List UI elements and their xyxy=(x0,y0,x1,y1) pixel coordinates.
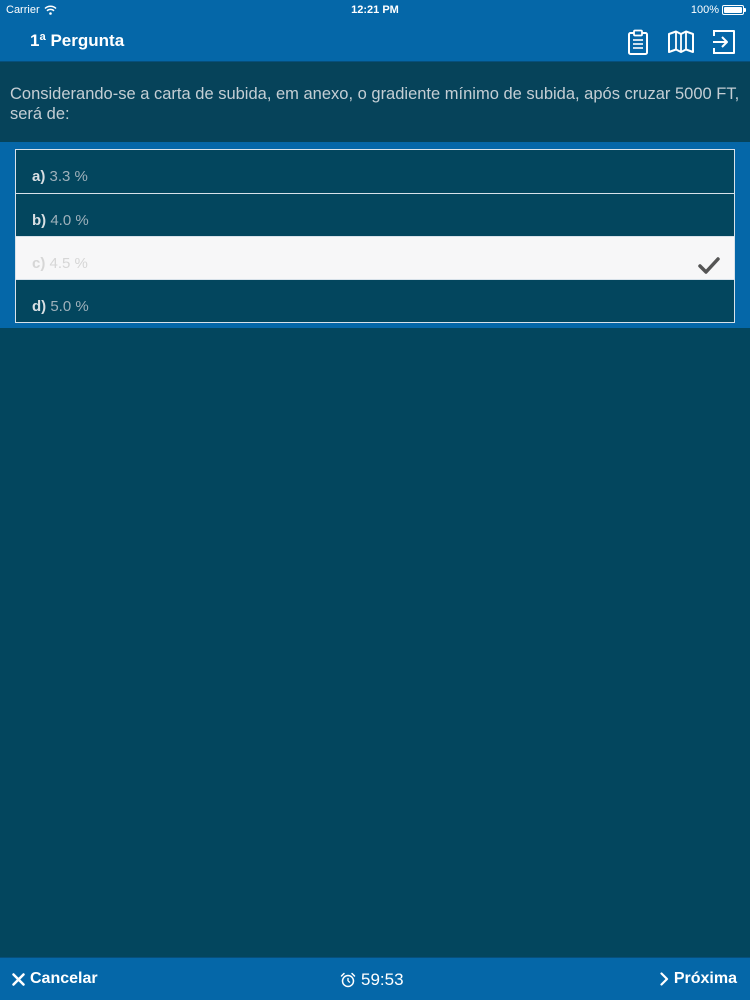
answer-option-d[interactable]: d) 5.0 % xyxy=(16,279,734,322)
next-button[interactable]: Próxima xyxy=(660,970,737,988)
answer-value: 4.0 % xyxy=(50,212,89,229)
battery-icon xyxy=(722,5,746,15)
answer-option-b[interactable]: b) 4.0 % xyxy=(16,193,734,236)
question-text: Considerando-se a carta de subida, em an… xyxy=(0,62,750,142)
cancel-button[interactable]: Cancelar xyxy=(12,970,98,988)
status-battery: 100% xyxy=(690,4,746,16)
clipboard-icon[interactable] xyxy=(624,28,652,56)
answer-letter: a) xyxy=(32,168,46,185)
cancel-label: Cancelar xyxy=(30,970,98,987)
exit-icon[interactable] xyxy=(710,28,738,56)
status-bar: Carrier 12:21 PM 100% xyxy=(0,0,750,20)
timer-value: 59:53 xyxy=(361,970,404,989)
nav-actions xyxy=(624,28,738,56)
checkmark-icon xyxy=(698,257,720,274)
answers-panel: a) 3.3 % b) 4.0 % c) 4.5 % d) 5.0 % xyxy=(0,142,750,328)
answer-value: 4.5 % xyxy=(49,255,88,272)
timer: 59:53 xyxy=(340,970,404,990)
answer-value: 5.0 % xyxy=(50,298,89,315)
status-time: 12:21 PM xyxy=(351,4,399,16)
next-label: Próxima xyxy=(673,970,737,987)
answer-letter: c) xyxy=(32,255,46,272)
answer-option-c[interactable]: c) 4.5 % xyxy=(16,236,734,279)
bottom-bar: Cancelar 59:53 Próxima xyxy=(0,957,750,1000)
answer-value: 3.3 % xyxy=(49,168,88,185)
answer-letter: d) xyxy=(32,298,47,315)
answer-list: a) 3.3 % b) 4.0 % c) 4.5 % d) 5.0 % xyxy=(15,149,735,323)
alarm-clock-icon xyxy=(340,972,356,988)
answer-option-a[interactable]: a) 3.3 % xyxy=(16,150,734,193)
top-bar: Carrier 12:21 PM 100% 1ª Pergunta xyxy=(0,0,750,62)
map-icon[interactable] xyxy=(667,28,695,56)
battery-percent: 100% xyxy=(690,4,719,16)
chevron-right-icon xyxy=(660,972,668,986)
close-icon xyxy=(12,972,25,986)
page-title: 1ª Pergunta xyxy=(30,31,125,50)
answer-letter: b) xyxy=(32,212,47,229)
